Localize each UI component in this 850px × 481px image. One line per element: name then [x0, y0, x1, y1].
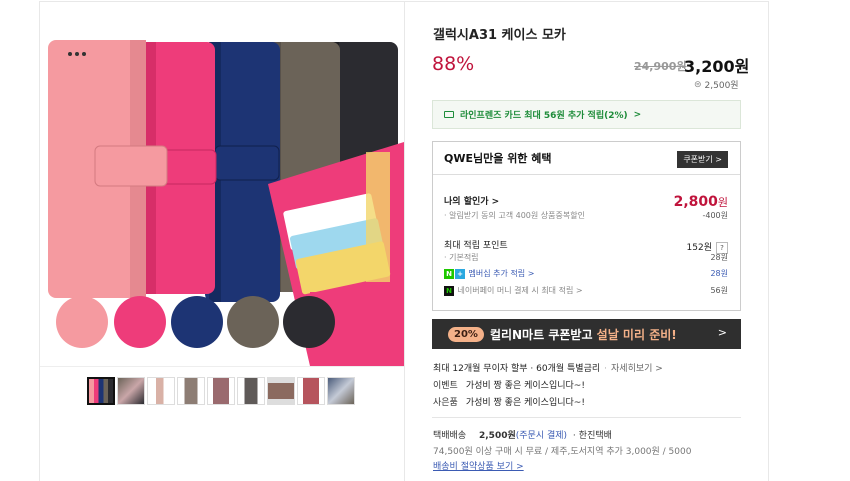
thumb-separator [40, 366, 404, 367]
coupon-button[interactable]: 쿠폰받기 > [677, 151, 728, 168]
shipping-fee: 2,500원 [479, 431, 516, 441]
gift-label: 사은품 [433, 398, 458, 408]
basic-point-label: · 기본적립 [444, 253, 479, 262]
banner-arrow-icon: > [717, 326, 727, 339]
shipping-separator [432, 417, 741, 418]
card-promo-text: 라인프렌즈 카드 최대 56원 추가 적립(2%) [460, 111, 628, 121]
swatch-black [283, 296, 335, 348]
my-price-value: 2,800 [673, 194, 718, 210]
point-icon: ⊜ [694, 79, 702, 90]
installment-more-link[interactable]: 자세히보기 > [611, 364, 663, 374]
point-line: ⊜ 2,500원 [694, 78, 739, 92]
shipping-condition: 74,500원 이상 구매 시 무료 / 제주,도서지역 추가 3,000원 /… [433, 447, 692, 457]
panel-divider [404, 1, 405, 481]
installment-line: 최대 12개월 무이자 할부 · 60개월 특별금리 · 자세히보기 > [433, 364, 663, 374]
swatch-light-pink [56, 296, 108, 348]
swatch-navy [171, 296, 223, 348]
product-title: 갤럭시A31 케이스 모카 [433, 28, 566, 43]
benefit-box: QWE님만을 위한 혜택 쿠폰받기 > 나의 할인가 > 2,800원 · 알림… [432, 141, 741, 311]
shipping-line: 택배배송 2,500원(주문시 결제) · 한진택배 [433, 431, 612, 441]
basic-point-value: 28원 [710, 253, 728, 262]
plus-icon: + [455, 269, 465, 279]
membership-value: 28원 [710, 269, 728, 278]
event-line: 이벤트 가성비 짱 좋은 케이스입니다~! [433, 378, 585, 391]
discount-rate: 88% [432, 53, 475, 75]
special-rate-text: 60개월 특별금리 [536, 364, 601, 374]
credit-card-icon [444, 111, 454, 118]
thumbnail-4[interactable] [177, 377, 205, 405]
my-price-label[interactable]: 나의 할인가 > [444, 194, 499, 207]
alarm-value: -400원 [702, 211, 728, 220]
shipping-label: 택배배송 [433, 431, 467, 441]
banner-text: 컬리N마트 쿠폰받고 설날 미리 준비! [489, 327, 677, 342]
thumbnail-1[interactable] [87, 377, 115, 405]
npay-label[interactable]: N 네이버페이 머니 결제 시 최대 적립 > [444, 285, 583, 296]
event-text: 가성비 짱 좋은 케이스입니다~! [465, 381, 585, 391]
my-price-unit: 원 [717, 196, 728, 209]
my-price: 2,800원 [674, 191, 728, 210]
membership-row: N + 멤버십 추가 적립 > 28원 [444, 268, 728, 279]
swatch-gray [227, 296, 279, 348]
installment-text: 최대 12개월 무이자 할부 [433, 364, 528, 374]
my-price-row: 나의 할인가 > 2,800원 [444, 191, 728, 210]
swatch-pink [114, 296, 166, 348]
thumbnail-5[interactable] [207, 377, 235, 405]
promo-banner[interactable]: 20% 컬리N마트 쿠폰받고 설날 미리 준비! > [432, 319, 741, 349]
gift-text: 가성비 짱 좋은 케이스입니다~! [465, 398, 585, 408]
npay-row: N 네이버페이 머니 결제 시 최대 적립 > 56원 [444, 285, 728, 296]
max-point-label: 최대 적립 포인트 [444, 241, 508, 251]
main-product-image[interactable] [40, 2, 404, 366]
thumbnail-9[interactable] [327, 377, 355, 405]
shipping-saver-link[interactable]: 배송비 절약상품 보기 > [433, 459, 524, 472]
thumbnail-2[interactable] [117, 377, 145, 405]
sale-price-unit: 원 [734, 57, 750, 76]
event-label: 이벤트 [433, 381, 458, 391]
banner-percent: 20% [448, 326, 484, 342]
thumbnail-3[interactable] [147, 377, 175, 405]
thumbnail-strip [87, 377, 355, 405]
naver-n-icon: N [444, 269, 454, 279]
sale-price: 3,200원 [684, 53, 749, 77]
thumbnail-8[interactable] [297, 377, 325, 405]
npay-value: 56원 [710, 286, 728, 295]
card-promo-arrow: > [633, 109, 642, 120]
shipping-carrier: 한진택배 [578, 431, 612, 441]
membership-label[interactable]: N + 멤버십 추가 적립 > [444, 268, 534, 279]
phone-cases-illustration [48, 40, 404, 366]
sale-price-value: 3,200 [684, 57, 735, 76]
naver-pay-icon: N [444, 286, 454, 296]
gift-line: 사은품 가성비 짱 좋은 케이스입니다~! [433, 395, 585, 408]
point-value: 2,500원 [704, 81, 739, 91]
thumbnail-6[interactable] [237, 377, 265, 405]
original-price: 24,900원 [634, 60, 687, 73]
alarm-row: · 알림받기 동의 고객 400원 상품중복할인 -400원 [444, 210, 728, 221]
basic-point-row: · 기본적립 28원 [444, 252, 728, 263]
alarm-label: · 알림받기 동의 고객 400원 상품중복할인 [444, 211, 585, 220]
thumbnail-7[interactable] [267, 377, 295, 405]
shipping-pay-note: (주문시 결제) [515, 431, 568, 441]
card-promo-box[interactable]: 라인프렌즈 카드 최대 56원 추가 적립(2%) > [432, 100, 741, 129]
